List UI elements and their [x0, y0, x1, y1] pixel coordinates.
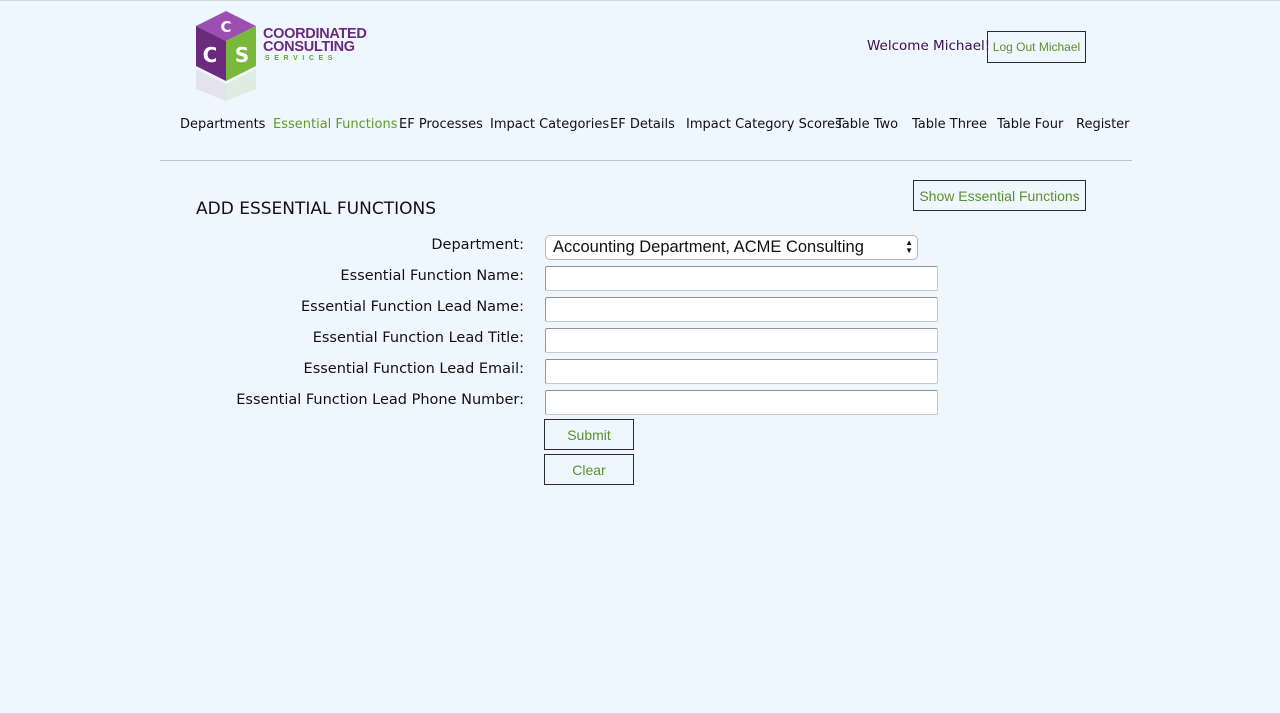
ef-lead-name-input[interactable] [545, 297, 938, 322]
nav-impact-categories[interactable]: Impact Categories [490, 117, 609, 132]
ef-lead-name-label: Essential Function Lead Name: [300, 299, 524, 315]
logout-button[interactable]: Log Out Michael [987, 31, 1086, 63]
submit-button[interactable]: Submit [544, 419, 634, 450]
ef-lead-email-input[interactable] [545, 359, 938, 384]
nav-table-two[interactable]: Table Two [836, 117, 898, 132]
header-divider [160, 160, 1132, 161]
logo-letter-right: S [235, 43, 249, 67]
logo-line-2: CONSULTING [263, 39, 355, 55]
nav-ef-details[interactable]: EF Details [610, 117, 675, 132]
ef-lead-email-label: Essential Function Lead Email: [303, 361, 524, 377]
nav-table-three[interactable]: Table Three [912, 117, 987, 132]
department-select[interactable]: Accounting Department, ACME Consulting ▲… [545, 235, 918, 260]
nav-register[interactable]: Register [1076, 117, 1130, 132]
logo-line-3: SERVICES [265, 55, 338, 62]
nav-impact-category-scores[interactable]: Impact Category Scores [686, 117, 842, 132]
nav-ef-processes[interactable]: EF Processes [399, 117, 483, 132]
show-essential-functions-button[interactable]: Show Essential Functions [913, 180, 1086, 211]
ef-lead-phone-label: Essential Function Lead Phone Number: [236, 392, 524, 408]
ef-name-label: Essential Function Name: [340, 268, 524, 284]
department-label: Department: [431, 237, 524, 253]
nav-table-four[interactable]: Table Four [997, 117, 1063, 132]
welcome-message: Welcome Michael! [867, 38, 991, 54]
logo-letter-top: C [220, 18, 231, 36]
ef-lead-title-label: Essential Function Lead Title: [312, 330, 524, 346]
logo-letter-left: C [203, 43, 218, 67]
logo-wordmark: COORDINATED CONSULTING SERVICES [263, 27, 367, 63]
department-select-value: Accounting Department, ACME Consulting [553, 238, 864, 256]
company-logo[interactable]: C C S COORDINATED CONSULTING SERVICES [196, 11, 376, 103]
logo-cube-icon: C C S [196, 11, 256, 101]
clear-button[interactable]: Clear [544, 454, 634, 485]
nav-departments[interactable]: Departments [180, 117, 265, 132]
main-nav: Departments Essential Functions EF Proce… [0, 117, 1280, 137]
ef-lead-phone-input[interactable] [545, 390, 938, 415]
ef-lead-title-input[interactable] [545, 328, 938, 353]
ef-name-input[interactable] [545, 266, 938, 291]
nav-essential-functions[interactable]: Essential Functions [273, 117, 397, 132]
select-arrows-icon: ▲ ▼ [905, 238, 913, 255]
page-title: ADD ESSENTIAL FUNCTIONS [196, 199, 436, 219]
